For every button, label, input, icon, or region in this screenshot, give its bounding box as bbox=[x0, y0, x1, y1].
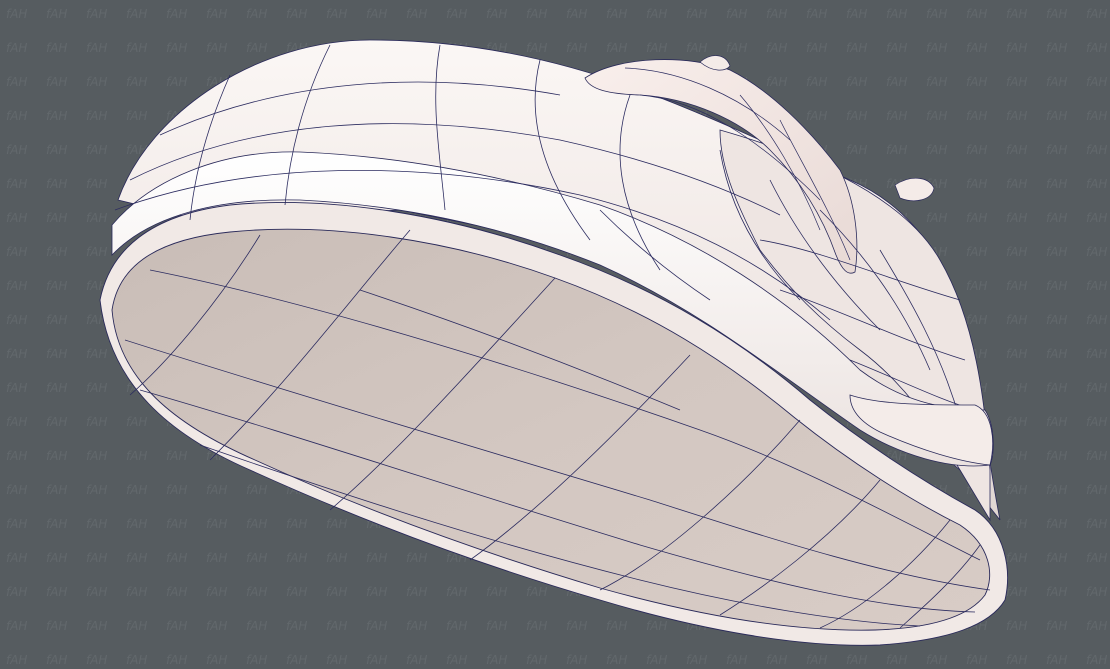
strap-tab-right bbox=[894, 177, 935, 202]
render-viewport: fAH fAH fAH fAH fAH fAH fAH fAH fAH fAH fAH fAH fAH f… bbox=[0, 0, 1110, 669]
3d-model-render bbox=[99, 39, 1008, 646]
